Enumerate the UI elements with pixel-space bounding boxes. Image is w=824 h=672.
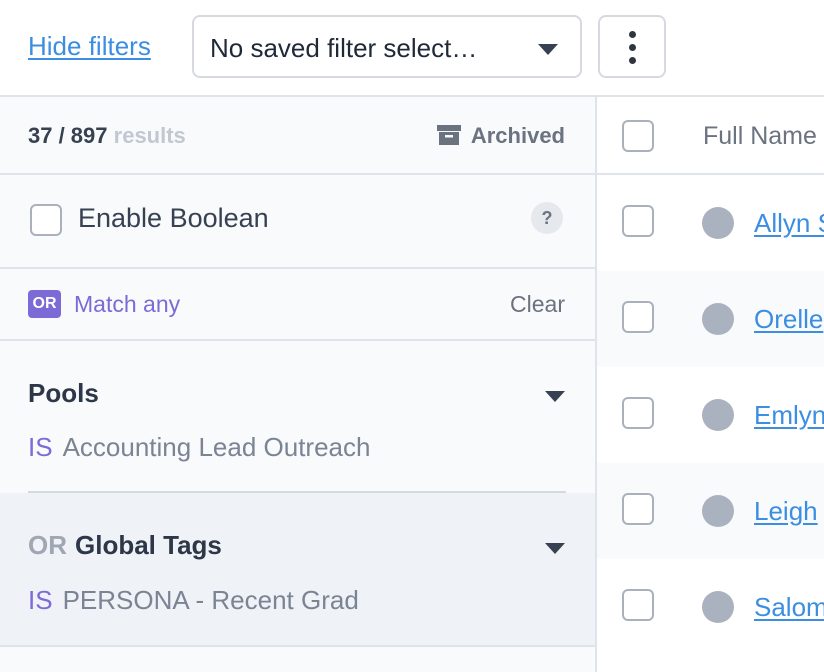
enable-boolean-checkbox[interactable] [30,204,62,236]
clear-filters-button[interactable]: Clear [510,289,565,319]
table-row: Orelle [597,271,824,367]
results-word: results [113,123,186,148]
avatar [702,495,734,527]
filter-condition: IS Accounting Lead Outreach [28,431,370,463]
kebab-dot [629,57,636,64]
filter-operator: IS [28,432,53,462]
match-any-toggle[interactable]: Match any [74,289,180,319]
enable-boolean-row: Enable Boolean ? [0,175,595,269]
table-row: Allyn S [597,175,824,271]
results-count: 37 / 897 results [28,123,186,149]
top-bar: Hide filters No saved filter select… [0,0,824,97]
select-all-checkbox[interactable] [622,120,654,152]
chevron-down-icon[interactable] [545,391,565,402]
candidate-name-link[interactable]: Orelle [754,303,823,335]
avatar [702,303,734,335]
archived-toggle[interactable]: Archived [436,123,565,149]
row-checkbox[interactable] [622,397,654,429]
archive-box-icon [436,125,461,145]
filter-group-title-text: Global Tags [75,530,222,560]
filter-group-pools: Pools IS Accounting Lead Outreach [0,341,595,493]
table-header: Full Name [597,97,824,175]
hide-filters-link[interactable]: Hide filters [28,30,151,62]
help-icon[interactable]: ? [531,202,563,234]
candidate-name-link[interactable]: Leigh [754,495,818,527]
kebab-dot [629,31,636,38]
chevron-down-icon[interactable] [545,543,565,554]
enable-boolean-label: Enable Boolean [78,203,269,233]
row-checkbox[interactable] [622,589,654,621]
filter-panel: 37 / 897 results Archived Enable Boolean… [0,97,597,672]
chevron-down-icon [538,44,558,55]
archived-label: Archived [470,123,565,148]
saved-filter-select[interactable]: No saved filter select… [192,15,582,78]
table-row: Emlyn [597,367,824,463]
filter-condition: IS PERSONA - Recent Grad [28,584,359,616]
kebab-dot [629,44,636,51]
more-options-button[interactable] [598,15,666,78]
row-checkbox[interactable] [622,493,654,525]
filter-value: PERSONA - Recent Grad [62,585,359,615]
candidate-name-link[interactable]: Emlyn [754,399,824,431]
avatar [702,591,734,623]
results-count-value: 37 / 897 [28,123,108,148]
saved-filter-value: No saved filter select… [210,33,478,63]
avatar [702,399,734,431]
row-checkbox[interactable] [622,301,654,333]
candidate-name-link[interactable]: Salom [754,591,824,623]
candidate-name-link[interactable]: Allyn S [754,207,824,239]
filter-operator: IS [28,585,53,615]
or-prefix: OR [28,530,67,560]
results-summary: 37 / 897 results Archived [0,97,595,175]
candidates-table: Full Name Allyn S Orelle Emlyn Leigh Sal… [597,97,824,672]
filter-group-global-tags: OR Global Tags IS PERSONA - Recent Grad [0,493,595,647]
column-header-full-name[interactable]: Full Name [703,120,817,152]
avatar [702,207,734,239]
table-row: Leigh [597,463,824,559]
filter-group-title[interactable]: Pools [28,377,99,409]
filter-value: Accounting Lead Outreach [62,432,371,462]
table-row: Salom [597,559,824,655]
row-checkbox[interactable] [622,205,654,237]
or-badge: OR [28,290,61,318]
filter-group-title[interactable]: OR Global Tags [28,529,222,561]
match-mode-row: OR Match any Clear [0,269,595,341]
